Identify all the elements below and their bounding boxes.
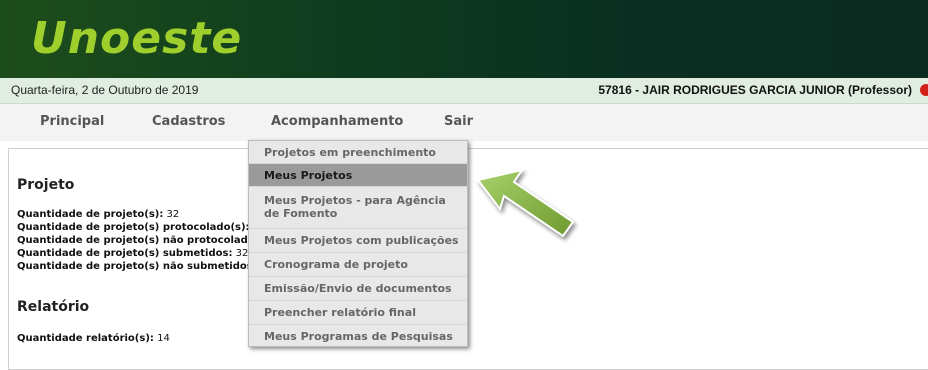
stat-value: 32 (166, 209, 180, 220)
menu-principal[interactable]: Principal (40, 114, 104, 129)
section-title-relatorio: Relatório (17, 299, 90, 315)
stat-label: Quantidade de projeto(s) não submetidos: (17, 261, 257, 272)
dropdown-item-emissao-envio[interactable]: Emissão/Envio de documentos (249, 277, 467, 300)
menu-sair[interactable]: Sair (444, 114, 473, 129)
menu-acompanhamento[interactable]: Acompanhamento (271, 114, 403, 129)
stat-label: Quantidade de projeto(s) protocolado(s): (17, 222, 250, 233)
stat-label: Quantidade relatório(s): (17, 333, 154, 344)
acompanhamento-dropdown: Projetos em preenchimento Meus Projetos … (248, 140, 468, 347)
dropdown-item-cronograma[interactable]: Cronograma de projeto (249, 253, 467, 276)
stat-submetidos: Quantidade de projeto(s) submetidos: 32 (17, 248, 248, 259)
stat-label: Quantidade de projeto(s) não protocolado (17, 235, 255, 246)
dropdown-item-meus-projetos-agencia[interactable]: Meus Projetos - para Agência de Fomento (249, 187, 467, 228)
dropdown-item-programas-pesquisas[interactable]: Meus Programas de Pesquisas (249, 325, 467, 346)
stat-label: Quantidade de projeto(s): (17, 209, 164, 220)
section-title-projeto: Projeto (17, 177, 75, 193)
dropdown-item-meus-projetos[interactable]: Meus Projetos (249, 164, 467, 186)
menu-cadastros[interactable]: Cadastros (152, 114, 225, 129)
stat-nao-protocolados: Quantidade de projeto(s) não protocolado (17, 235, 255, 246)
unoeste-logo[interactable]: Unoeste (31, 14, 242, 64)
stat-nao-submetidos: Quantidade de projeto(s) não submetidos: (17, 261, 257, 272)
info-bar: Quarta-feira, 2 de Outubro de 2019 57816… (0, 78, 928, 104)
main-menu: Principal Cadastros Acompanhamento Sair (0, 104, 928, 141)
stat-relatorios: Quantidade relatório(s): 14 (17, 333, 170, 344)
dropdown-item-relatorio-final[interactable]: Preencher relatório final (249, 301, 467, 324)
stat-value: 14 (157, 333, 170, 344)
dropdown-item-meus-projetos-publicacoes[interactable]: Meus Projetos com publicações (249, 229, 467, 252)
user-name: 57816 - JAIR RODRIGUES GARCIA JUNIOR (Pr… (598, 83, 912, 97)
dashboard-content: Projeto Quantidade de projeto(s): 32 Qua… (8, 148, 928, 370)
pointer-arrow-icon (476, 168, 575, 238)
stat-protocolados: Quantidade de projeto(s) protocolado(s):… (17, 222, 259, 233)
logout-icon[interactable] (920, 84, 928, 96)
dropdown-item-projetos-preenchimento[interactable]: Projetos em preenchimento (249, 141, 467, 163)
stat-value: 32 (235, 248, 249, 259)
header-banner: Unoeste (0, 0, 928, 78)
stat-label: Quantidade de projeto(s) submetidos: (17, 248, 233, 259)
stat-projetos: Quantidade de projeto(s): 32 (17, 209, 179, 220)
user-info: 57816 - JAIR RODRIGUES GARCIA JUNIOR (Pr… (598, 83, 912, 97)
current-date: Quarta-feira, 2 de Outubro de 2019 (11, 83, 199, 97)
